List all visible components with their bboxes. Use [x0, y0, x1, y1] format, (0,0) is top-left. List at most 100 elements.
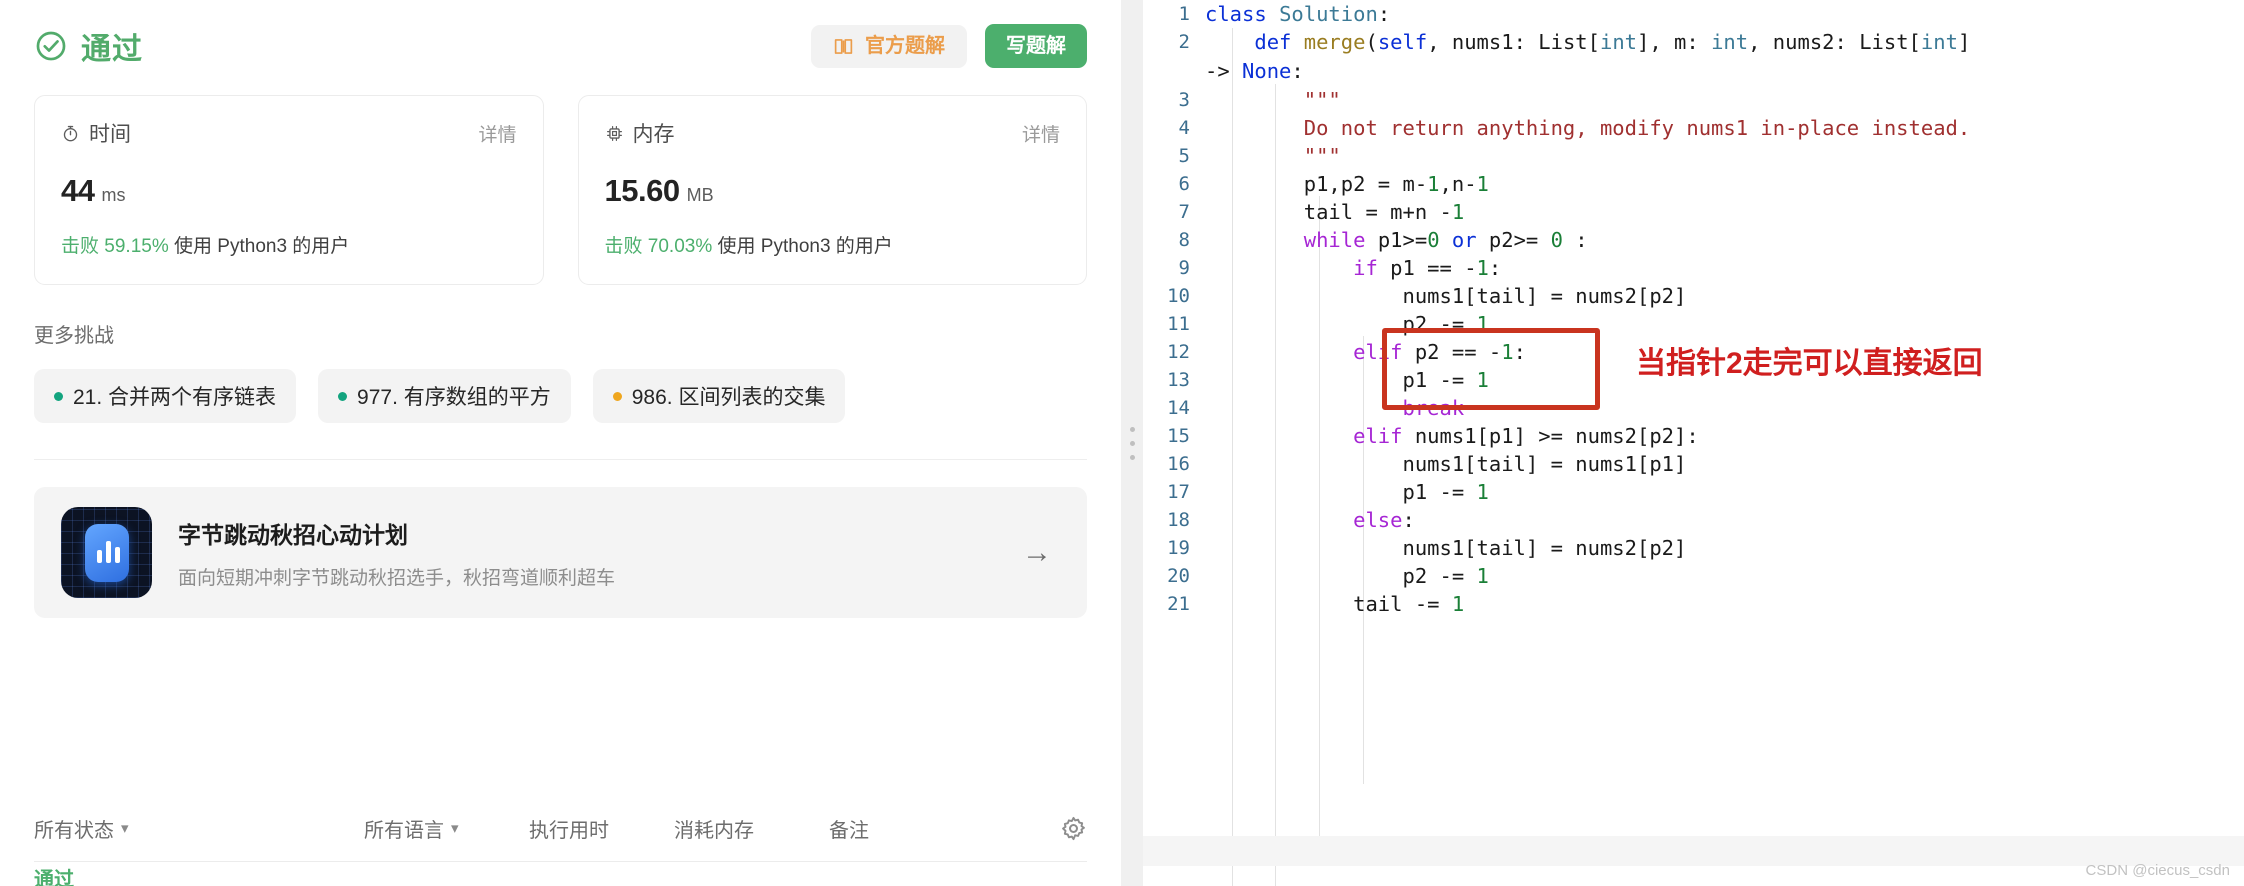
stat-detail-link[interactable]: 详情 [1022, 120, 1060, 147]
check-circle-icon [34, 29, 68, 63]
code-line: 3 """ [1143, 86, 2244, 114]
code-line: 4 Do not return anything, modify nums1 i… [1143, 114, 2244, 142]
beat-percent: 59.15% [104, 236, 169, 257]
line-content: Do not return anything, modify nums1 in-… [1303, 116, 1971, 140]
panel-splitter[interactable] [1121, 0, 1143, 886]
line-number: 12 [1167, 341, 1190, 363]
beat-percent: 70.03% [647, 236, 713, 257]
stat-card-time: 时间 详情 44 ms 击败 59.15% 使用 Python3 的用户 [34, 95, 544, 285]
code-line: 14 break [1143, 394, 2244, 422]
code-line: 18 else: [1143, 506, 2244, 534]
stat-title: 时间 [89, 123, 131, 146]
challenge-label: 986. 区间列表的交集 [631, 386, 826, 409]
code-line: 5 """ [1143, 142, 2244, 170]
status-actions: 官方题解 写题解 [811, 24, 1087, 68]
official-solution-button[interactable]: 官方题解 [811, 24, 967, 68]
submissions-filter-bar: 所有状态 ▾ 所有语言 ▾ 执行用时 消耗内存 备注 [34, 801, 1087, 855]
code-line: 10 nums1[tail] = nums2[p2] [1143, 282, 2244, 310]
beat-suffix: 使用 Python3 的用户 [717, 236, 893, 257]
chevron-down-icon: ▾ [121, 820, 129, 837]
line-number: 11 [1167, 313, 1190, 335]
line-content: break [1402, 396, 1465, 420]
result-panel: 通过 官方题解 写题解 时间 详情 44 ms 击败 59.15% 使用 Pyt… [0, 0, 1121, 886]
code-viewer: 1 class Solution: 2 def merge(self, nums1:… [1143, 0, 2244, 886]
line-number: 14 [1167, 397, 1190, 419]
line-content: else: [1353, 508, 1415, 532]
filter-bar-divider [34, 861, 1087, 862]
line-content: elif nums1[p1] >= nums2[p2]: [1353, 424, 1699, 448]
line-number: 9 [1178, 257, 1190, 279]
code-line: 11 p2 -= 1 [1143, 310, 2244, 338]
challenge-label: 977. 有序数组的平方 [357, 386, 551, 409]
challenge-tag[interactable]: 986. 区间列表的交集 [592, 369, 846, 423]
code-lines[interactable]: 1 class Solution: 2 def merge(self, nums1:… [1143, 0, 2244, 618]
code-line: 16 nums1[tail] = nums1[p1] [1143, 450, 2244, 478]
beat-prefix: 击败 [604, 236, 643, 257]
challenge-tag[interactable]: 977. 有序数组的平方 [318, 369, 571, 423]
promo-subtitle: 面向短期冲刺字节跳动秋招选手，秋招弯道顺利超车 [178, 567, 616, 589]
code-line: -> None: [1143, 56, 2244, 86]
code-line: 6 p1,p2 = m-1,n-1 [1143, 170, 2244, 198]
line-content: tail -= 1 [1205, 592, 1465, 616]
promo-title: 字节跳动秋招心动计划 [178, 521, 408, 548]
write-solution-button[interactable]: 写题解 [985, 24, 1087, 68]
promo-text: 字节跳动秋招心动计划 面向短期冲刺字节跳动秋招选手，秋招弯道顺利超车 [178, 516, 996, 590]
column-memory[interactable]: 消耗内存 [674, 814, 829, 843]
line-content: """ [1303, 144, 1341, 168]
more-challenges-list: 21. 合并两个有序链表 977. 有序数组的平方 986. 区间列表的交集 [34, 369, 1087, 423]
promo-banner[interactable]: 字节跳动秋招心动计划 面向短期冲刺字节跳动秋招选手，秋招弯道顺利超车 → [34, 487, 1087, 618]
line-content: """ [1303, 88, 1341, 112]
beat-suffix: 使用 Python3 的用户 [174, 236, 350, 257]
line-number: 21 [1167, 593, 1190, 615]
watermark: CSDN @ciecus_csdn [2085, 862, 2230, 879]
code-line: 17 p1 -= 1 [1143, 478, 2244, 506]
stat-card-memory: 内存 详情 15.60 MB 击败 70.03% 使用 Python3 的用户 [577, 95, 1087, 285]
active-line-highlight [1143, 836, 2244, 866]
filter-language[interactable]: 所有语言 ▾ [364, 814, 529, 843]
stat-value: 44 [61, 173, 95, 208]
line-content: tail = m+n -1 [1205, 200, 1465, 224]
book-icon [833, 36, 854, 57]
line-number: 4 [1178, 117, 1190, 139]
difficulty-dot-icon [612, 391, 622, 401]
line-number: 13 [1167, 369, 1190, 391]
column-runtime[interactable]: 执行用时 [529, 814, 674, 843]
line-number: 19 [1167, 537, 1190, 559]
challenge-tag[interactable]: 21. 合并两个有序链表 [34, 369, 297, 423]
official-solution-label: 官方题解 [865, 35, 945, 57]
line-number: 3 [1178, 89, 1190, 111]
arrow-right-icon[interactable]: → [1022, 536, 1060, 570]
drag-dots-icon [1129, 426, 1135, 460]
stopwatch-icon [61, 124, 80, 143]
code-line: 8 while p1>=0 or p2>= 0 : [1143, 226, 2244, 254]
stat-unit: ms [101, 185, 126, 205]
line-content: -> None: [1205, 59, 1304, 83]
stat-beat-line: 击败 70.03% 使用 Python3 的用户 [605, 231, 1061, 258]
chevron-down-icon: ▾ [451, 820, 459, 837]
line-number: 18 [1167, 509, 1190, 531]
code-line: 15 elif nums1[p1] >= nums2[p2]: [1143, 422, 2244, 450]
difficulty-dot-icon [338, 391, 348, 401]
filter-status-label: 所有状态 [34, 819, 114, 842]
stat-title-group: 内存 [605, 118, 675, 148]
stat-beat-line: 击败 59.15% 使用 Python3 的用户 [61, 231, 517, 258]
code-line: 7 tail = m+n -1 [1143, 198, 2244, 226]
code-line: 20 p2 -= 1 [1143, 562, 2244, 590]
filter-status[interactable]: 所有状态 ▾ [34, 814, 364, 843]
stat-value-group: 44 ms [61, 173, 517, 209]
status-group: 通过 [34, 24, 143, 68]
section-divider [34, 459, 1087, 460]
settings-button[interactable] [1060, 815, 1087, 842]
stat-card-header: 内存 详情 [605, 118, 1060, 148]
annotation-text: 当指针2走完可以直接返回 [1636, 347, 1983, 380]
line-content: class Solution: [1205, 2, 1391, 26]
line-content: p1,p2 = m-1,n-1 [1205, 172, 1489, 196]
line-content: if p1 == -1: [1353, 256, 1502, 280]
line-content: nums1[tail] = nums1[p1] [1205, 452, 1687, 476]
line-number: 15 [1167, 425, 1190, 447]
gear-icon [1060, 815, 1087, 842]
stat-detail-link[interactable]: 详情 [478, 120, 516, 147]
line-number: 7 [1178, 201, 1190, 223]
submission-row-status[interactable]: 通过 [34, 863, 74, 886]
column-note[interactable]: 备注 [829, 814, 1060, 843]
